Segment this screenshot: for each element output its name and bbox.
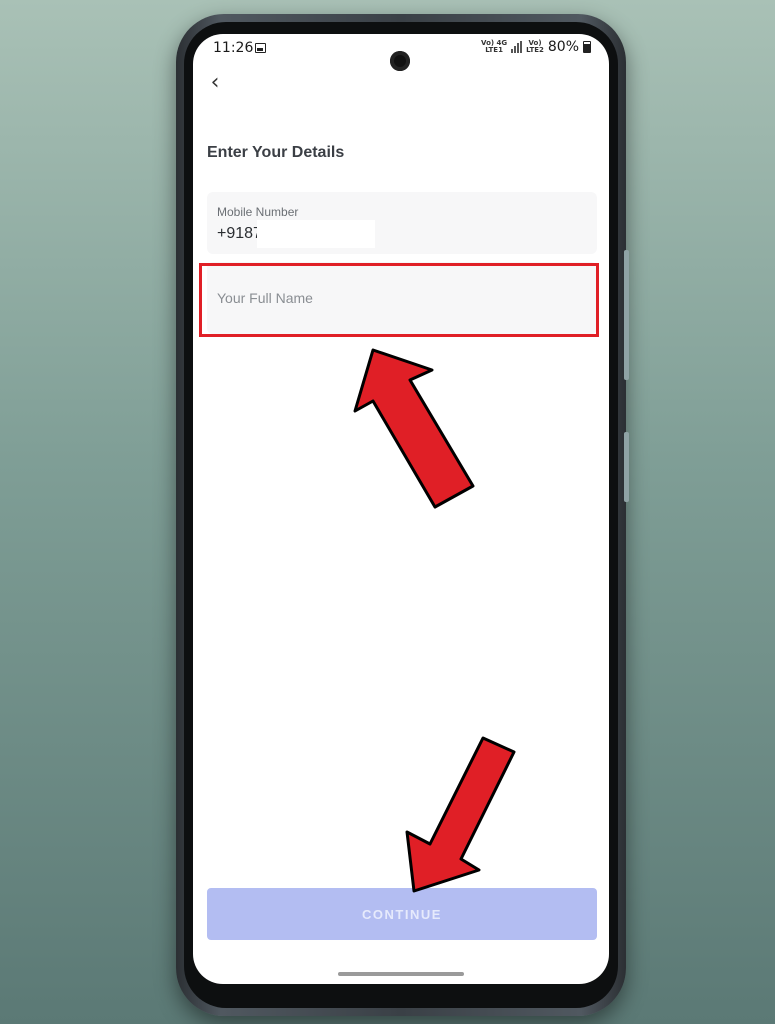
front-camera bbox=[390, 51, 410, 71]
continue-button[interactable]: CONTINUE bbox=[207, 888, 597, 940]
home-indicator bbox=[338, 972, 464, 976]
full-name-field bbox=[207, 262, 597, 334]
mobile-number-field[interactable]: Mobile Number +9187 bbox=[207, 192, 597, 254]
signal-1-icon bbox=[511, 41, 523, 53]
power-button bbox=[624, 432, 629, 502]
mobile-number-value: +9187 bbox=[217, 225, 262, 242]
chevron-left-icon: ‹ bbox=[210, 70, 220, 95]
network-2-label: Vo) LTE2 bbox=[526, 39, 544, 54]
redacted-area bbox=[257, 220, 375, 248]
back-button[interactable]: ‹ bbox=[201, 68, 229, 98]
volume-button bbox=[624, 250, 629, 380]
mobile-number-label: Mobile Number bbox=[217, 205, 299, 219]
status-time: 11:26 bbox=[213, 40, 254, 56]
gallery-notification-icon bbox=[255, 43, 266, 53]
battery-icon bbox=[583, 41, 591, 53]
full-name-input[interactable] bbox=[207, 262, 597, 334]
battery-percent: 80% bbox=[547, 39, 579, 55]
status-indicators: Vo) 4G LTE1 Vo) LTE2 80% bbox=[481, 39, 591, 55]
network-1-label: Vo) 4G LTE1 bbox=[481, 39, 508, 54]
phone-screen: 11:26 Vo) 4G LTE1 Vo) LTE2 80% ‹ Enter You… bbox=[193, 34, 609, 984]
page-title: Enter Your Details bbox=[207, 144, 345, 161]
